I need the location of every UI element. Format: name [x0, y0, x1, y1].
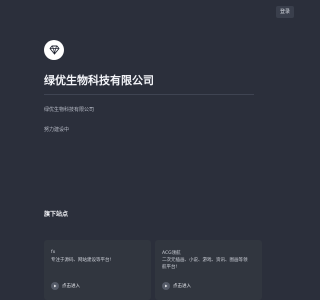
site-title: 绿优生物科技有限公司: [44, 74, 154, 87]
visit-link[interactable]: 点击进入: [162, 282, 191, 290]
site-card[interactable]: fx 专注于源码、网站建设等平台! 点击进入: [44, 240, 151, 300]
play-icon: [51, 282, 59, 290]
section-title: 旗下站点: [44, 211, 69, 218]
site-status: 努力建设中: [44, 127, 70, 133]
card-name: fx: [51, 250, 56, 255]
play-icon: [162, 282, 170, 290]
card-description: 专注于源码、网站建设等平台!: [51, 258, 112, 263]
diamond-icon: [49, 45, 59, 55]
visit-label: 点击进入: [173, 284, 191, 289]
visit-link[interactable]: 点击进入: [51, 282, 80, 290]
login-button[interactable]: 登录: [275, 6, 294, 18]
site-subtitle: 绿优生物科技有限公司: [44, 107, 95, 113]
divider: [44, 94, 254, 95]
card-description: 二次元插画、小说、游戏、资讯、图画等领航平台!: [162, 258, 248, 270]
logo: [44, 40, 64, 60]
site-card[interactable]: ACG领航 二次元插画、小说、游戏、资讯、图画等领航平台! 点击进入: [155, 240, 262, 300]
card-name: ACG领航: [162, 251, 181, 256]
visit-label: 点击进入: [62, 284, 80, 289]
